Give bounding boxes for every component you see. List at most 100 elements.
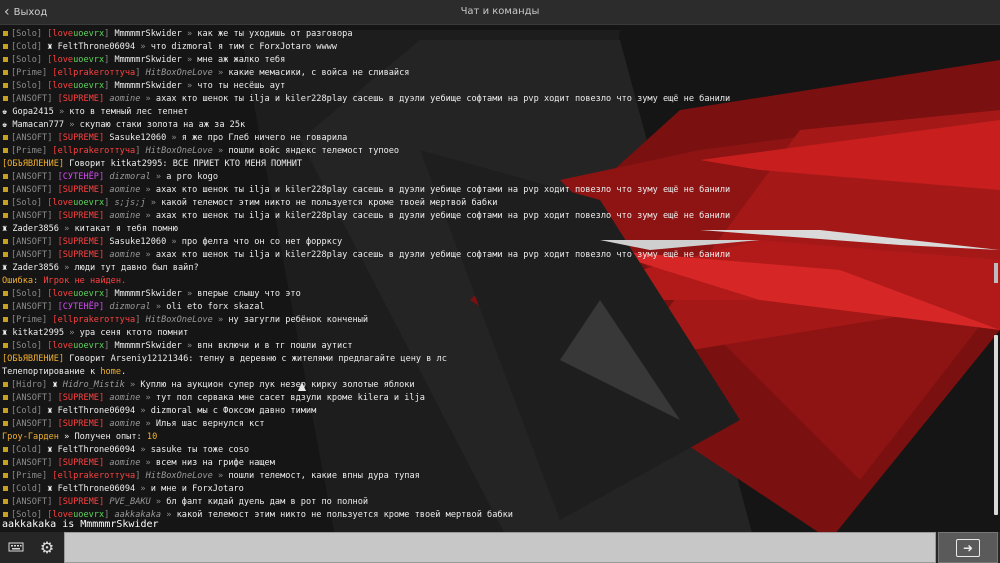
message-segment: а pro kogo <box>166 172 219 182</box>
message-segment: » <box>181 55 198 65</box>
message-segment: uoevrx <box>73 289 105 299</box>
message-segment: » <box>212 68 229 78</box>
message-segment: тут пол сервака мне сасет вдзули кроме k… <box>155 393 425 403</box>
message-segment: [SUPREME] <box>57 419 110 429</box>
tag-icon <box>3 303 8 309</box>
message-segment: [love <box>47 81 74 91</box>
message-segment: » <box>135 406 151 416</box>
chat-message: [Solo] [loveuoevrx] MmmmmrSkwider » как … <box>2 28 992 41</box>
chat-message: [ANSOFT] [SUPREME] PVE_BAKU » бл фалт ки… <box>2 496 992 509</box>
message-segment: [love <box>47 29 74 39</box>
message-segment: [ANSOFT] <box>11 393 58 403</box>
message-segment: [SUPREME] <box>57 133 110 143</box>
chat-message: [ОБЪЯВЛЕНИЕ] Говорит kitkat2995: ВСЕ ПРИ… <box>2 158 992 171</box>
message-segment: » <box>140 211 156 221</box>
message-segment: [Prime] <box>11 315 53 325</box>
tag-icon <box>3 290 8 296</box>
message-segment: » <box>166 237 182 247</box>
exit-button[interactable]: ‹ Выход <box>0 0 53 24</box>
message-segment: uoevrx <box>73 55 105 65</box>
message-segment: MmmmmrSkwider <box>114 81 182 91</box>
chat-scrollbar[interactable] <box>994 335 998 515</box>
top-bar: ‹ Выход Чат и команды <box>0 0 1000 25</box>
message-segment: HitBoxOneLove <box>145 315 213 325</box>
message-segment: dizmoral <box>109 302 151 312</box>
send-icon: ➜ <box>956 538 980 557</box>
message-segment: » <box>140 185 156 195</box>
message-segment: ♜ <box>52 380 63 390</box>
send-button[interactable]: ➜ <box>938 532 998 563</box>
mouse-cursor <box>298 382 306 391</box>
message-segment: » <box>140 419 156 429</box>
message-segment: Sasuke12060 <box>109 133 167 143</box>
message-segment: [Solo] <box>11 341 48 351</box>
message-segment: всем низ на грифе нащем <box>155 458 275 468</box>
chat-input[interactable] <box>64 532 936 563</box>
settings-button[interactable]: ⚙ <box>34 535 60 559</box>
message-segment: 10 <box>146 432 158 442</box>
message-segment: [Cold] <box>11 484 48 494</box>
tag-icon <box>3 316 8 322</box>
message-segment: » <box>161 510 177 520</box>
message-segment: [SUPREME] <box>57 497 110 507</box>
chat-message: [Prime] [ellprakeroттуча] HitBoxOneLove … <box>2 314 992 327</box>
message-segment: ♚ <box>2 107 13 117</box>
message-segment: MmmmmrSkwider <box>114 55 182 65</box>
tag-icon <box>3 95 8 101</box>
message-segment: [SUPREME] <box>57 237 110 247</box>
message-segment: ] <box>135 146 146 156</box>
message-segment: » <box>58 263 75 273</box>
chat-message: Ошибка: Игрок не найден. <box>2 275 992 288</box>
message-segment: dizmoral <box>109 172 151 182</box>
message-segment: ] <box>104 341 115 351</box>
message-segment: [Solo] <box>11 81 48 91</box>
chat-message: ♚ Gopa2415 » кто в темный лес тепнет <box>2 106 992 119</box>
message-segment: MmmmmrSkwider <box>114 341 182 351</box>
chat-message: Телепортирование к home. <box>2 366 992 379</box>
message-segment: ] <box>135 315 146 325</box>
message-segment: [SUPREME] <box>57 250 110 260</box>
chat-message: [Prime] [ellprakeroттуча] HitBoxOneLove … <box>2 145 992 158</box>
message-segment: » <box>150 497 167 507</box>
message-segment: aomine <box>109 419 141 429</box>
message-segment: home <box>100 367 122 377</box>
chat-message: [ANSOFT] [SUPREME] Sasuke12060 » про фел… <box>2 236 992 249</box>
message-segment: [love <box>47 55 74 65</box>
message-segment: Gopa2415 <box>12 107 54 117</box>
message-segment: » <box>150 302 167 312</box>
message-segment: Телепортирование к <box>2 367 101 377</box>
message-segment: MmmmmrSkwider <box>114 29 182 39</box>
chat-message: [ANSOFT] [SUPREME] aomine » ахах кто шен… <box>2 93 992 106</box>
message-segment: [Cold] <box>11 445 48 455</box>
message-segment: » <box>181 81 198 91</box>
message-segment: » <box>212 315 229 325</box>
chat-message: [ANSOFT] [SUPREME] aomine » тут пол серв… <box>2 392 992 405</box>
message-segment: ахах кто шенок ты ilja и kiler228play са… <box>155 185 731 195</box>
tag-icon <box>3 446 8 452</box>
tag-icon <box>3 147 8 153</box>
keyboard-button[interactable] <box>3 535 29 559</box>
message-segment: PVE_BAKU <box>109 497 151 507</box>
tag-icon <box>3 82 8 88</box>
message-segment: [ANSOFT] <box>11 237 58 247</box>
tag-icon <box>3 56 8 62</box>
message-segment: и мне и ForxJotaro <box>150 484 244 494</box>
message-segment: кто в темный лес тепнет <box>69 107 189 117</box>
message-segment: что dizmoral я тим с ForxJotaro wwww <box>150 42 337 52</box>
message-segment: uoevrx <box>73 29 105 39</box>
message-segment: HitBoxOneLove <box>145 471 213 481</box>
message-segment: ♜ <box>47 42 58 52</box>
message-segment: [ANSOFT] <box>11 419 58 429</box>
message-segment: » <box>140 458 156 468</box>
message-segment: » <box>64 120 80 130</box>
message-segment: ] <box>104 55 115 65</box>
chat-message: [ANSOFT] [СУТЕНЁР] dizmoral » а pro kogo <box>2 171 992 184</box>
message-segment: ] <box>135 471 146 481</box>
message-segment: [SUPREME] <box>57 185 110 195</box>
chat-message: [ANSOFT] [SUPREME] aomine » всем низ на … <box>2 457 992 470</box>
message-segment: aomine <box>109 250 141 260</box>
tag-icon <box>3 498 8 504</box>
message-segment: » Получен опыт: <box>64 432 147 442</box>
message-segment: » <box>150 172 167 182</box>
message-segment: ] <box>104 29 115 39</box>
